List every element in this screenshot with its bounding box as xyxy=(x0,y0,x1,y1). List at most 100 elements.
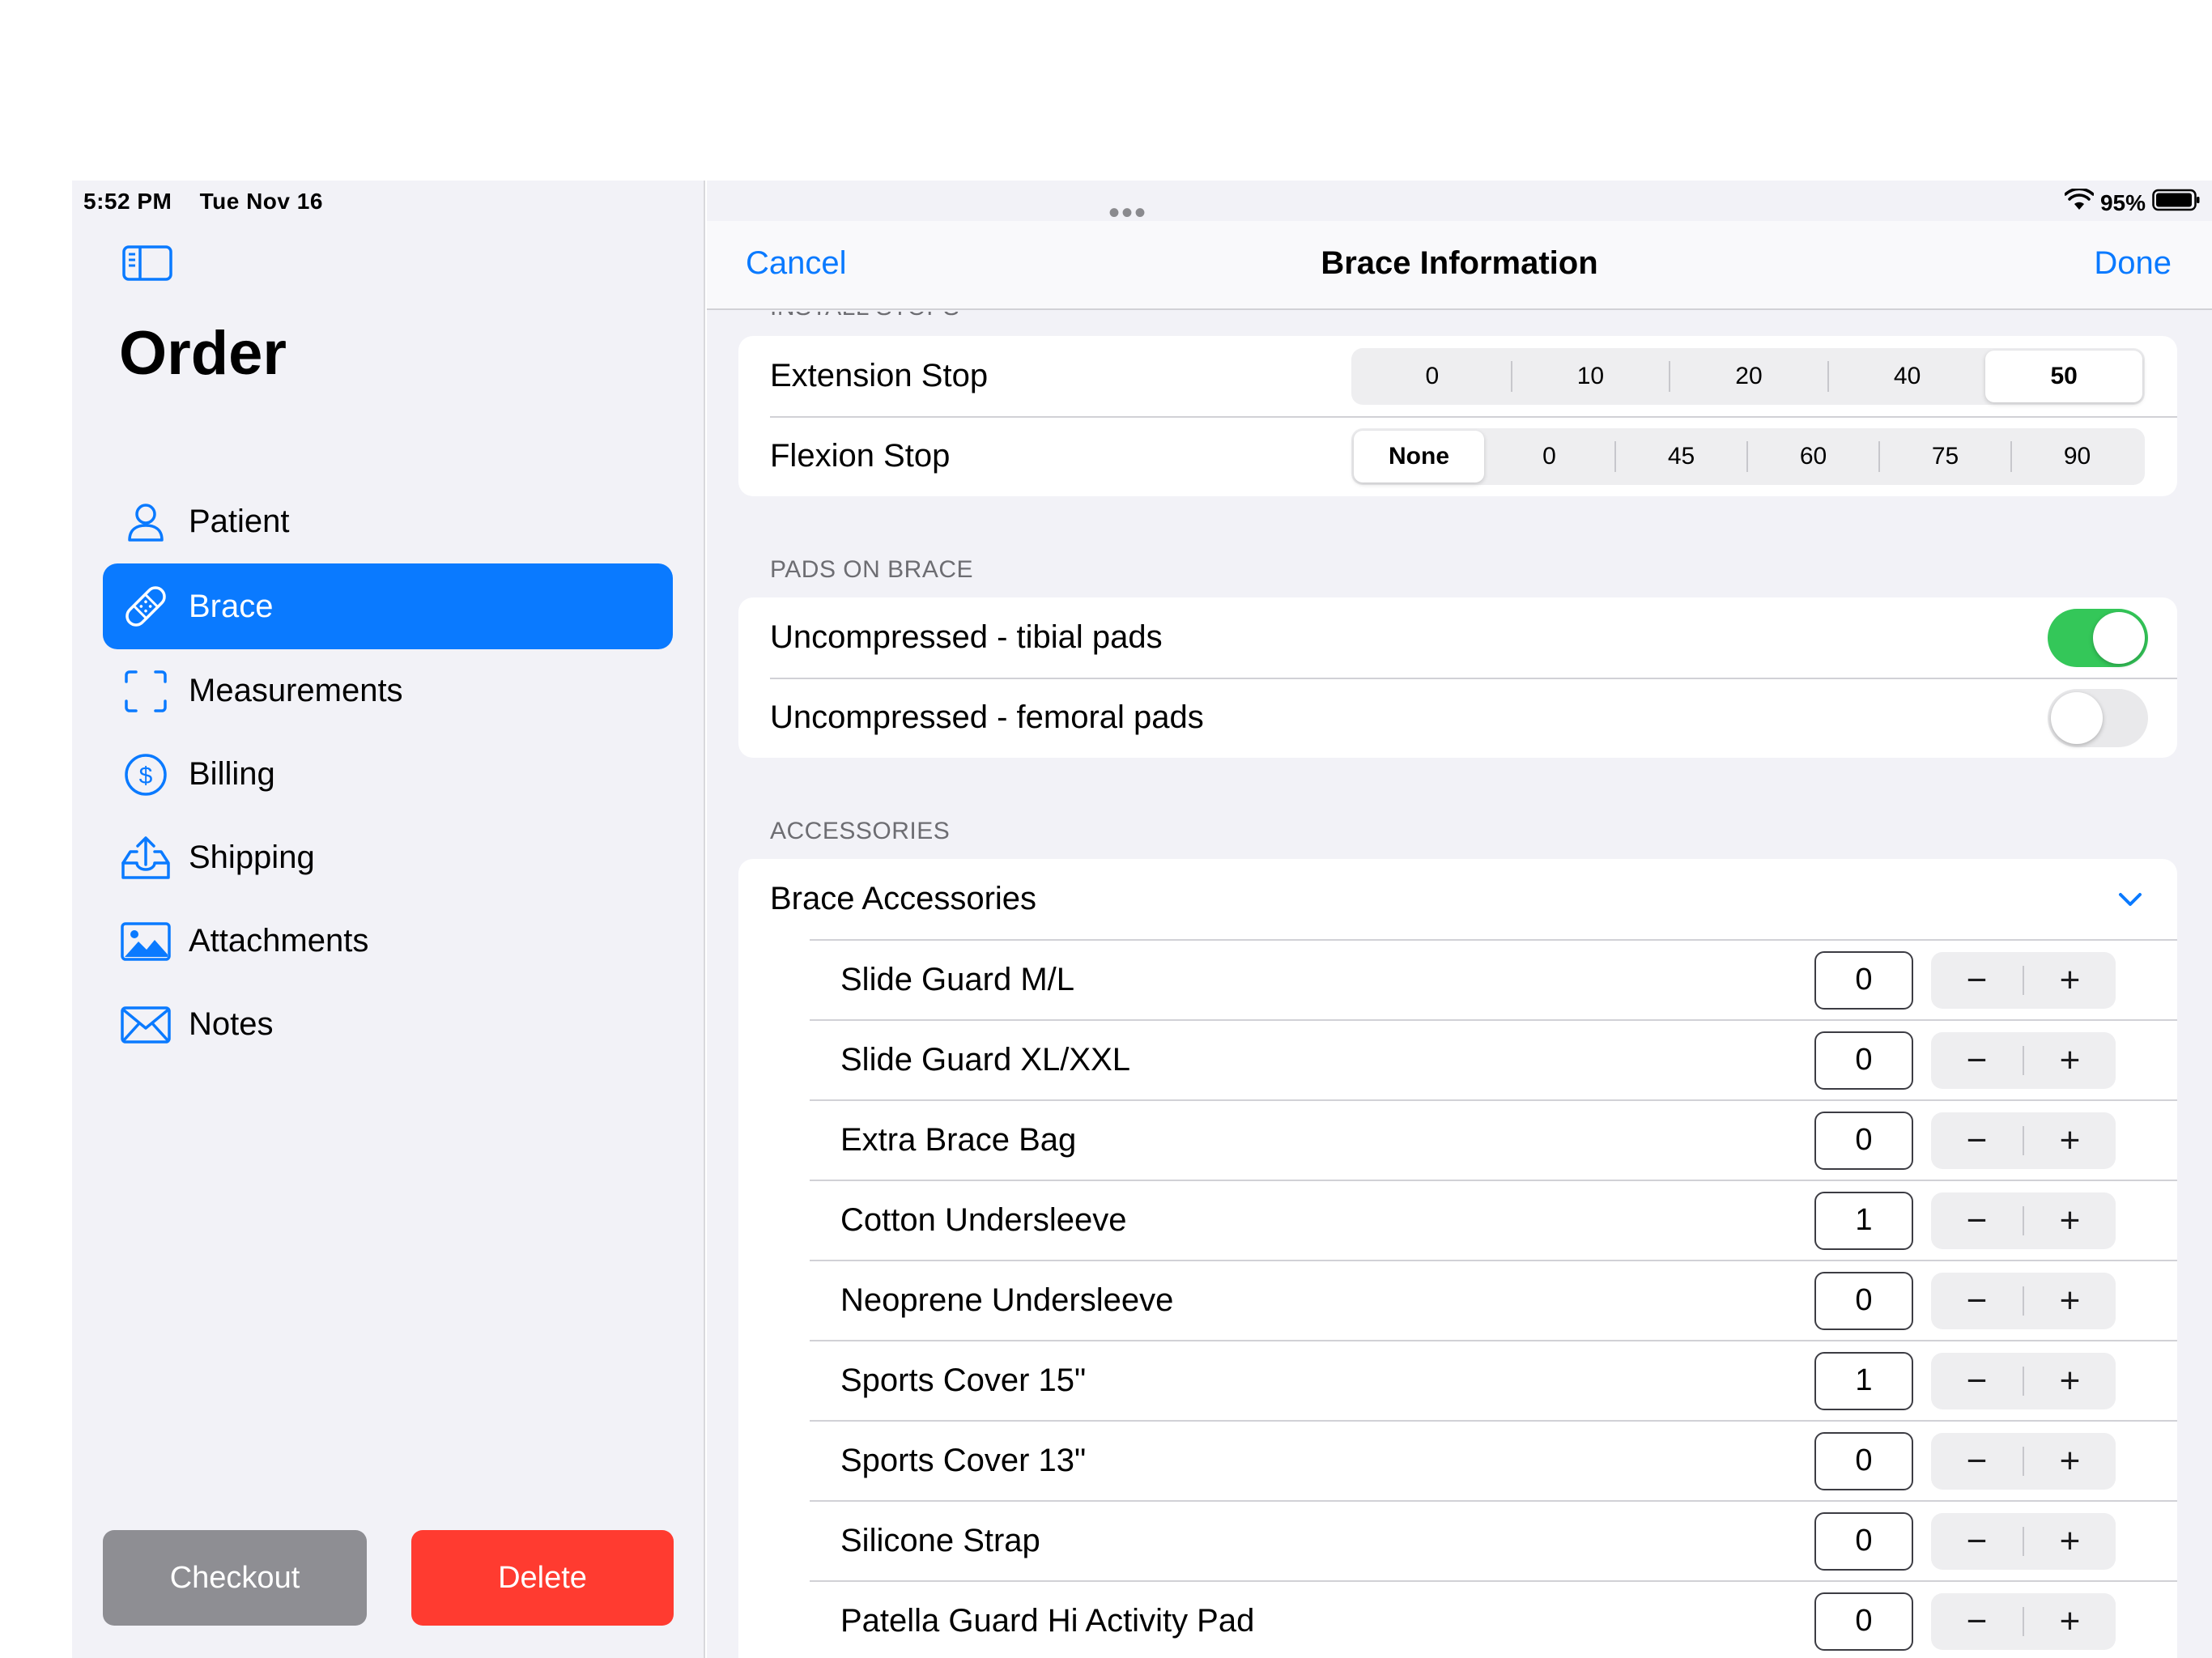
flexion-stop-label: Flexion Stop xyxy=(770,438,951,474)
quantity-field[interactable]: 1 xyxy=(1814,1191,1913,1250)
sidebar-toggle-icon[interactable] xyxy=(122,245,172,281)
quantity-field[interactable]: 0 xyxy=(1814,1111,1913,1170)
quantity-field[interactable]: 0 xyxy=(1814,1031,1913,1090)
accessory-row: Silicone Strap 0 − + xyxy=(810,1500,2177,1580)
pad-row-tibial: Uncompressed - tibial pads xyxy=(738,597,2177,678)
segment-option-selected[interactable]: 50 xyxy=(1985,350,2142,402)
battery-icon xyxy=(2152,189,2201,217)
segment-option[interactable]: 60 xyxy=(1748,431,1878,483)
accessory-row: Cotton Undersleeve 1 − + xyxy=(810,1180,2177,1260)
decrement-button[interactable]: − xyxy=(1931,1032,2023,1089)
sidebar-item-attachments[interactable]: Attachments xyxy=(103,899,673,983)
decrement-button[interactable]: − xyxy=(1931,1192,2023,1249)
quantity-field[interactable]: 0 xyxy=(1814,1511,1913,1571)
decrement-button[interactable]: − xyxy=(1931,1273,2023,1329)
decrement-button[interactable]: − xyxy=(1931,1353,2023,1409)
quantity-field[interactable]: 0 xyxy=(1814,1431,1913,1490)
accessory-label: Silicone Strap xyxy=(840,1523,1040,1558)
sidebar-item-patient[interactable]: Patient xyxy=(103,480,673,563)
increment-button[interactable]: + xyxy=(2024,1513,2116,1570)
increment-button[interactable]: + xyxy=(2024,1112,2116,1169)
accessory-label: Sports Cover 13" xyxy=(840,1443,1087,1478)
decrement-button[interactable]: − xyxy=(1931,1593,2023,1650)
pad-label: Uncompressed - tibial pads xyxy=(770,619,1163,655)
decrement-button[interactable]: − xyxy=(1931,1513,2023,1570)
quantity-field[interactable]: 0 xyxy=(1814,950,1913,1010)
segment-option[interactable]: 45 xyxy=(1616,431,1746,483)
chevron-down-icon[interactable] xyxy=(2114,883,2146,916)
sidebar-item-shipping[interactable]: Shipping xyxy=(103,816,673,899)
accessories-card: Brace Accessories Slide Guard M/L 0 − + xyxy=(738,859,2177,1658)
flexion-stop-segmented-control[interactable]: None 0 45 60 75 90 xyxy=(1351,427,2145,485)
pads-card: Uncompressed - tibial pads Uncompressed … xyxy=(738,597,2177,758)
segment-option[interactable]: 0 xyxy=(1484,431,1614,483)
sidebar: 5:52 PM Tue Nov 16 Order Patient Brace M… xyxy=(72,181,705,1658)
tray-upload-icon xyxy=(117,830,174,886)
toggle-knob xyxy=(2093,611,2145,664)
accessory-row: Neoprene Undersleeve 0 − + xyxy=(810,1260,2177,1340)
segment-option-selected[interactable]: None xyxy=(1354,430,1484,483)
increment-button[interactable]: + xyxy=(2024,1192,2116,1249)
done-button[interactable]: Done xyxy=(2094,245,2172,282)
wifi-icon xyxy=(2064,187,2095,217)
increment-button[interactable]: + xyxy=(2024,1032,2116,1089)
quantity-field[interactable]: 1 xyxy=(1814,1351,1913,1410)
sidebar-item-label: Patient xyxy=(189,504,290,539)
status-date: Tue Nov 16 xyxy=(199,189,323,214)
accessory-row: Patella Guard Hi Activity Pad 0 − + xyxy=(810,1580,2177,1658)
sidebar-item-label: Brace xyxy=(189,588,274,624)
quantity-stepper: − + xyxy=(1931,1512,2116,1570)
brace-accessories-label: Brace Accessories xyxy=(770,881,1037,916)
decrement-button[interactable]: − xyxy=(1931,1112,2023,1169)
flexion-stop-row: Flexion Stop None 0 45 60 75 90 xyxy=(738,416,2177,496)
brace-information-panel: ••• 95% Cancel Brace Information Done IN… xyxy=(707,181,2212,1658)
accessory-row: Sports Cover 15" 1 − + xyxy=(810,1340,2177,1420)
sidebar-item-notes[interactable]: Notes xyxy=(103,983,673,1066)
quantity-stepper: − + xyxy=(1931,1432,2116,1490)
navigation-bar: Cancel Brace Information Done xyxy=(707,221,2212,310)
segment-option[interactable]: 40 xyxy=(1829,351,1986,402)
sidebar-item-label: Measurements xyxy=(189,673,403,708)
decrement-button[interactable]: − xyxy=(1931,1433,2023,1490)
dollar-circle-icon: $ xyxy=(117,746,174,803)
increment-button[interactable]: + xyxy=(2024,1273,2116,1329)
quantity-stepper: − + xyxy=(1931,1592,2116,1650)
accessory-label: Sports Cover 15" xyxy=(840,1363,1087,1398)
decrement-button[interactable]: − xyxy=(1931,952,2023,1009)
extension-stop-segmented-control[interactable]: 0 10 20 40 50 xyxy=(1351,347,2145,405)
stops-card: Extension Stop 0 10 20 40 50 Flexion Sto… xyxy=(738,336,2177,496)
brace-accessories-disclosure[interactable]: Brace Accessories xyxy=(738,859,2177,939)
increment-button[interactable]: + xyxy=(2024,1593,2116,1650)
accessory-label: Slide Guard XL/XXL xyxy=(840,1042,1130,1078)
accessory-row: Slide Guard M/L 0 − + xyxy=(810,939,2177,1019)
checkout-button[interactable]: Checkout xyxy=(103,1530,367,1626)
accessory-label: Neoprene Undersleeve xyxy=(840,1282,1174,1318)
segment-option[interactable]: 90 xyxy=(2012,431,2142,483)
sidebar-item-brace[interactable]: Brace xyxy=(103,563,673,649)
tibial-pads-toggle[interactable] xyxy=(2048,608,2148,667)
accessory-row: Extra Brace Bag 0 − + xyxy=(810,1099,2177,1180)
quantity-stepper: − + xyxy=(1931,1352,2116,1409)
pad-label: Uncompressed - femoral pads xyxy=(770,699,1204,735)
quantity-stepper: − + xyxy=(1931,1031,2116,1089)
increment-button[interactable]: + xyxy=(2024,1353,2116,1409)
accessory-label: Slide Guard M/L xyxy=(840,962,1075,997)
extension-stop-label: Extension Stop xyxy=(770,358,989,393)
femoral-pads-toggle[interactable] xyxy=(2048,688,2148,747)
quantity-stepper: − + xyxy=(1931,1112,2116,1169)
sidebar-item-billing[interactable]: $ Billing xyxy=(103,733,673,816)
ipad-screen: 5:52 PM Tue Nov 16 Order Patient Brace M… xyxy=(72,181,2212,1658)
form-scroll-view[interactable]: INSTALL STOPS Extension Stop 0 10 20 40 xyxy=(707,312,2212,1658)
quantity-field[interactable]: 0 xyxy=(1814,1271,1913,1330)
segment-option[interactable]: 20 xyxy=(1670,351,1827,402)
increment-button[interactable]: + xyxy=(2024,952,2116,1009)
segment-option[interactable]: 10 xyxy=(1512,351,1670,402)
increment-button[interactable]: + xyxy=(2024,1433,2116,1490)
sidebar-item-measurements[interactable]: Measurements xyxy=(103,649,673,733)
delete-button[interactable]: Delete xyxy=(411,1530,674,1626)
quantity-field[interactable]: 0 xyxy=(1814,1592,1913,1651)
sidebar-nav: Patient Brace Measurements $ Billing Shi… xyxy=(103,480,673,1066)
accessory-row: Sports Cover 13" 0 − + xyxy=(810,1420,2177,1500)
segment-option[interactable]: 0 xyxy=(1354,351,1511,402)
segment-option[interactable]: 75 xyxy=(1880,431,2010,483)
